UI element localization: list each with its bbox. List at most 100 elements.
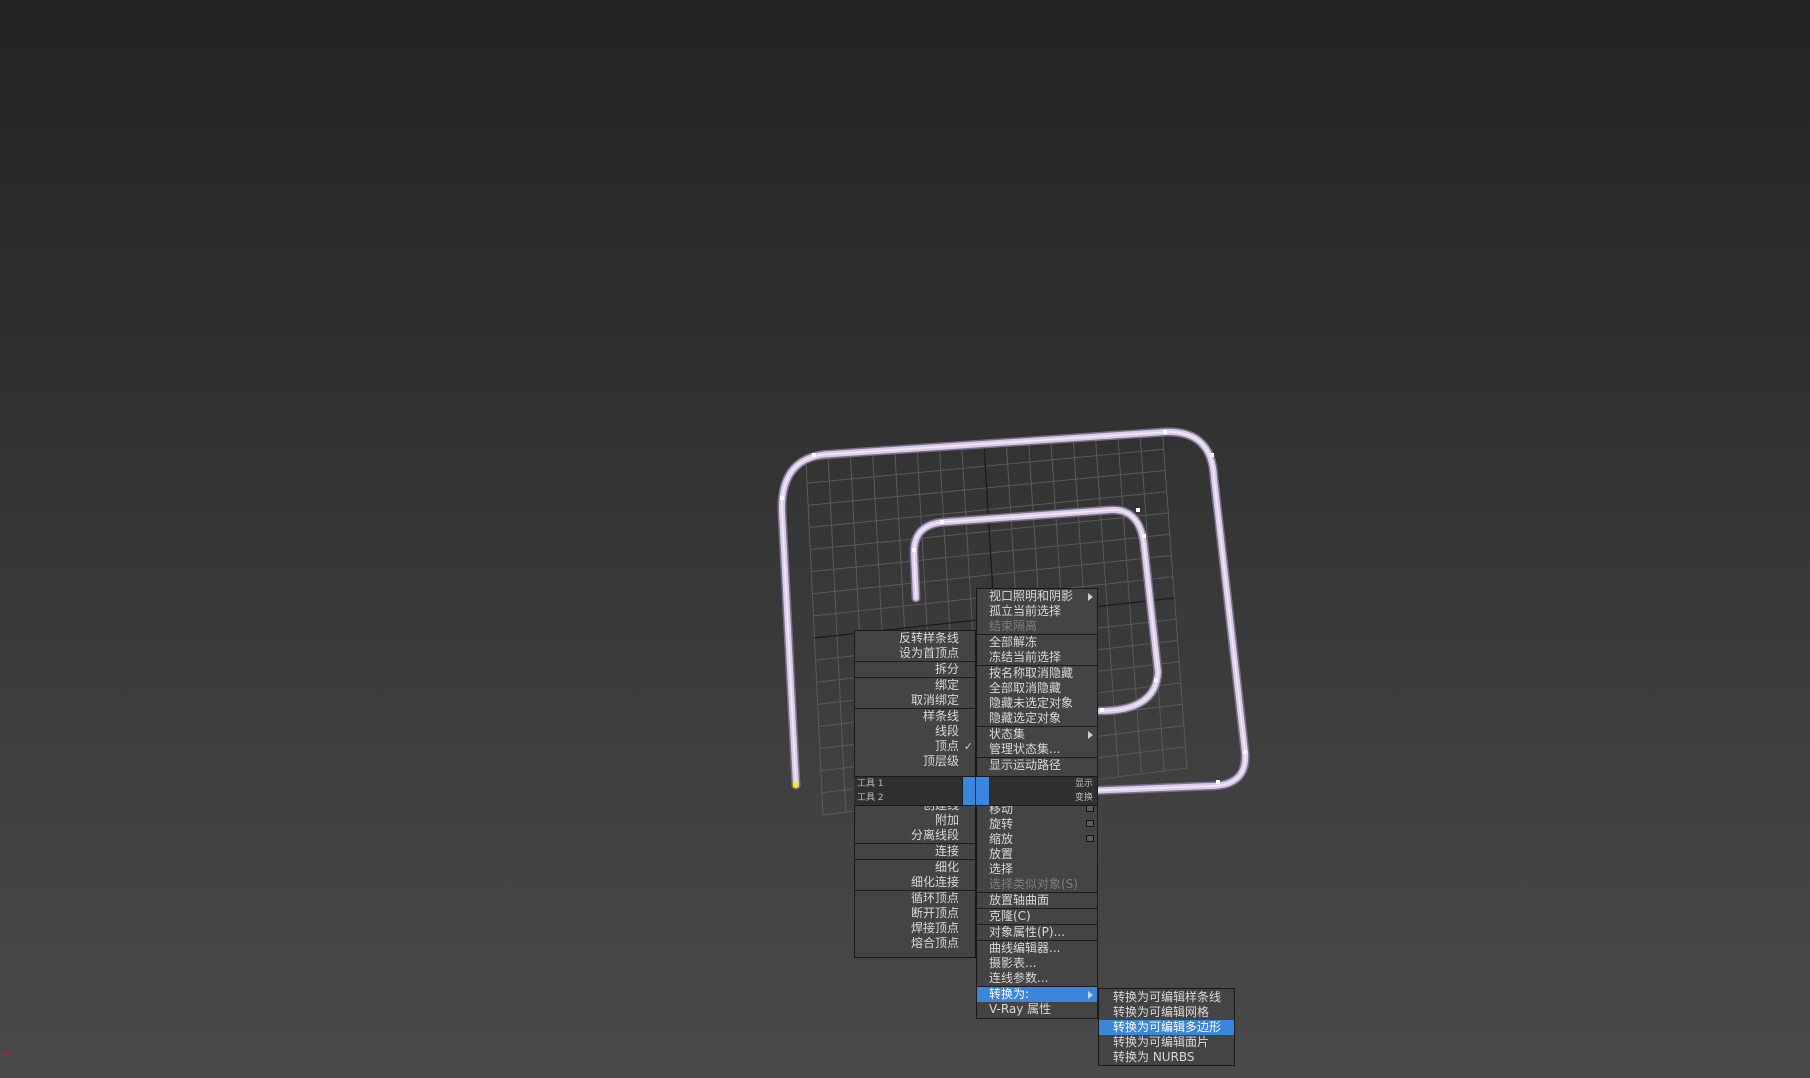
menu-item-label: 结束隔离 xyxy=(989,619,1038,633)
convert-option-label: 转换为可编辑网格 xyxy=(1113,1005,1210,1019)
menu-item[interactable]: 反转样条线 xyxy=(855,631,975,646)
menu-item-label: 冻结当前选择 xyxy=(989,650,1062,664)
menu-item[interactable]: 按名称取消隐藏 xyxy=(977,666,1097,681)
convert-option[interactable]: 转换为可编辑多边形 xyxy=(1099,1020,1234,1035)
menu-item[interactable]: 连线参数... xyxy=(977,971,1097,986)
menu-item-label: 对象属性(P)... xyxy=(989,925,1066,939)
first-vertex xyxy=(793,782,798,787)
menu-item[interactable]: 曲线编辑器... xyxy=(977,941,1097,956)
menu-item-label: 取消绑定 xyxy=(910,693,959,707)
menu-item[interactable]: 状态集 xyxy=(977,727,1097,742)
transform-section: 移动 旋转 缩放 放置 选择 选择类似对象(S) 放置轴曲面 克隆(C) 对象属性(P)... 曲… xyxy=(977,802,1097,1017)
quad-switch-button[interactable] xyxy=(962,777,989,791)
axis-tripod-icon xyxy=(2,1051,13,1056)
menu-item[interactable]: 旋转 xyxy=(977,817,1097,832)
menu-item[interactable]: 断开顶点 xyxy=(855,906,975,921)
spline-vertex xyxy=(912,548,916,552)
menu-item[interactable]: 样条线 xyxy=(855,709,975,724)
menu-item-label: 细化 xyxy=(934,860,959,874)
quad-switch-button[interactable] xyxy=(962,791,989,805)
menu-item-label: 放置 xyxy=(989,847,1014,861)
menu-item[interactable]: 放置轴曲面 xyxy=(977,893,1097,908)
menu-item[interactable]: 克隆(C) xyxy=(977,909,1097,924)
menu-item[interactable]: 对象属性(P)... xyxy=(977,925,1097,940)
menu-item[interactable]: 设为首顶点 xyxy=(855,646,975,661)
spline-vertex xyxy=(1243,750,1247,754)
menu-item[interactable]: 摄影表... xyxy=(977,956,1097,971)
settings-box-icon[interactable] xyxy=(1086,805,1094,812)
menu-item-label: 全部取消隐藏 xyxy=(989,681,1062,695)
menu-item-label: 设为首顶点 xyxy=(898,646,959,660)
menu-item[interactable]: 附加 xyxy=(855,813,975,828)
menu-item-label: 选择 xyxy=(989,862,1014,876)
menu-item[interactable]: 顶点 ✓ xyxy=(855,739,975,754)
menu-item[interactable]: 管理状态集... xyxy=(977,742,1097,757)
settings-box-icon[interactable] xyxy=(1086,820,1094,827)
convert-option[interactable]: 转换为 NURBS xyxy=(1099,1050,1234,1065)
menu-item[interactable]: 细化连接 xyxy=(855,875,975,890)
menu-item[interactable]: 取消绑定 xyxy=(855,693,975,708)
menu-item-label: 附加 xyxy=(934,813,959,827)
convert-option-label: 转换为可编辑面片 xyxy=(1113,1035,1210,1049)
menu-item[interactable]: 焊接顶点 xyxy=(855,921,975,936)
menu-item-label: 循环顶点 xyxy=(910,891,959,905)
spline-vertex xyxy=(1216,780,1220,784)
menu-item[interactable]: 线段 xyxy=(855,724,975,739)
menu-item-label: 选择类似对象(S) xyxy=(989,877,1078,891)
menu-item-label: V-Ray 属性 xyxy=(989,1002,1052,1016)
convert-to-item[interactable]: 转换为: xyxy=(977,987,1097,1002)
menu-item-label: 连线参数... xyxy=(989,971,1049,985)
menu-item: 选择类似对象(S) xyxy=(977,877,1097,892)
tools2-label: 工具 2 xyxy=(857,793,884,803)
menu-item-label: 孤立当前选择 xyxy=(989,604,1062,618)
menu-item[interactable]: 绑定 xyxy=(855,678,975,693)
convert-option[interactable]: 转换为可编辑面片 xyxy=(1099,1035,1234,1050)
checkmark-icon: ✓ xyxy=(963,740,973,753)
menu-item[interactable]: 视口照明和阴影 xyxy=(977,589,1097,604)
menu-item[interactable]: 隐藏未选定对象 xyxy=(977,696,1097,711)
quad-row-tools2: 工具 2 变换 xyxy=(854,791,1097,805)
menu-item-label: 连接 xyxy=(934,844,959,858)
convert-option[interactable]: 转换为可编辑样条线 xyxy=(1099,990,1234,1005)
menu-item[interactable]: 全部取消隐藏 xyxy=(977,681,1097,696)
display-label: 显示 xyxy=(1074,779,1093,789)
menu-item[interactable]: 细化 xyxy=(855,860,975,875)
convert-option[interactable]: 转换为可编辑网格 xyxy=(1099,1005,1234,1020)
menu-item[interactable]: 放置 xyxy=(977,847,1097,862)
tools1-label: 工具 1 xyxy=(857,779,884,789)
spline-vertex xyxy=(1136,508,1140,512)
menu-item-label: 放置轴曲面 xyxy=(989,893,1050,907)
menu-item-label: 隐藏选定对象 xyxy=(989,711,1062,725)
spline-vertex xyxy=(812,453,816,457)
menu-item-label: 顶点 xyxy=(934,739,959,753)
menu-item-label: 视口照明和阴影 xyxy=(989,589,1074,603)
menu-item[interactable]: 顶层级 xyxy=(855,754,975,769)
menu-item[interactable]: 全部解冻 xyxy=(977,635,1097,650)
menu-item-label: 曲线编辑器... xyxy=(989,941,1061,955)
menu-item[interactable]: 分离线段 xyxy=(855,828,975,843)
menu-item: 结束隔离 xyxy=(977,619,1097,634)
tools2-section: 创建线附加分离线段连接细化细化连接循环顶点断开顶点焊接顶点熔合顶点 xyxy=(855,798,975,951)
menu-item[interactable]: 缩放 xyxy=(977,832,1097,847)
menu-item[interactable]: 冻结当前选择 xyxy=(977,650,1097,665)
menu-item-label: 断开顶点 xyxy=(910,906,959,920)
menu-item[interactable]: 拆分 xyxy=(855,662,975,677)
menu-item[interactable]: 孤立当前选择 xyxy=(977,604,1097,619)
quad-menu-header-bar: 工具 1 显示 工具 2 变换 xyxy=(854,776,1097,806)
menu-item[interactable]: 连接 xyxy=(855,844,975,859)
menu-item[interactable]: 熔合顶点 xyxy=(855,936,975,951)
menu-item-label: 绑定 xyxy=(934,678,959,692)
menu-item[interactable]: V-Ray 属性 xyxy=(977,1002,1097,1017)
menu-item[interactable]: 显示运动路径 xyxy=(977,758,1097,773)
menu-item[interactable]: 隐藏选定对象 xyxy=(977,711,1097,726)
menu-item[interactable]: 选择 xyxy=(977,862,1097,877)
spline-vertex xyxy=(780,496,784,500)
menu-item-label: 细化连接 xyxy=(910,875,959,889)
settings-box-icon[interactable] xyxy=(1086,835,1094,842)
transform-label: 变换 xyxy=(1074,793,1093,803)
convert-to-submenu: 转换为可编辑样条线 转换为可编辑网格 转换为可编辑多边形 转换为可编辑面片 转换为 NU… xyxy=(1098,988,1235,1066)
spline-vertex xyxy=(1154,678,1158,682)
menu-item-label: 拆分 xyxy=(934,662,959,676)
quad-row-tools1: 工具 1 显示 xyxy=(854,777,1097,791)
menu-item[interactable]: 循环顶点 xyxy=(855,891,975,906)
